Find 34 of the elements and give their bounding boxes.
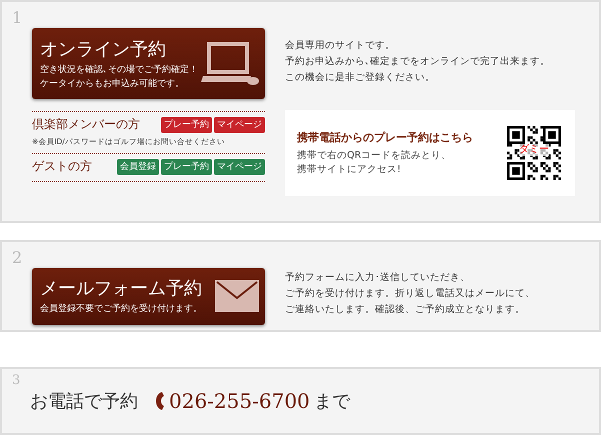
description-text: ご予約を受け付けます。折り返し電話又はメールにて、 xyxy=(285,287,535,301)
qr-overlay-text: ダミー xyxy=(519,144,549,156)
qr-code-icon xyxy=(507,126,561,180)
description-text: 会員専用のサイトです。 xyxy=(285,39,396,53)
link-button[interactable]: マイページ xyxy=(214,158,265,174)
description-text: 予約フォームに入力･送信していただき、 xyxy=(285,271,471,285)
banner-title: オンライン予約 xyxy=(40,38,167,62)
mobile-title: 携帯電話からのプレー予約はこちら xyxy=(297,130,473,144)
banner-text: 空き状況を確認､その場でご予約確定！ xyxy=(40,64,198,76)
phone-label: お電話で予約 xyxy=(30,390,138,413)
phone-number: 026-255-6700 xyxy=(169,389,310,413)
mobile-text: 携帯サイトにアクセス! xyxy=(297,162,402,176)
description-text: 予約お申込みから､確定までをオンラインで完了出来ます。 xyxy=(285,55,551,69)
description-text: この機会に是非ご登録ください。 xyxy=(285,71,436,85)
phone-suffix: まで xyxy=(314,390,350,413)
member-type-label: ゲストの方 xyxy=(32,158,92,175)
phone-icon xyxy=(156,392,165,410)
section-number: 1 xyxy=(12,8,22,27)
description-text: ご連絡いたします。確認後、ご予約成立となります。 xyxy=(285,303,526,317)
mobile-text: 携帯で右のQRコードを読みとり、 xyxy=(297,148,452,162)
link-button[interactable]: プレー予約 xyxy=(161,116,212,132)
section-number: 2 xyxy=(12,248,22,267)
member-type-label: 倶楽部メンバーの方 xyxy=(32,116,140,133)
link-button[interactable]: マイページ xyxy=(214,116,265,132)
link-button[interactable]: プレー予約 xyxy=(161,158,212,174)
reservation-banner[interactable]: オンライン予約 空き状況を確認､その場でご予約確定！ ケータイからもお申込み可能です。 xyxy=(32,28,265,99)
laptop-icon xyxy=(199,42,259,86)
section-number: 3 xyxy=(12,373,20,388)
reservation-banner[interactable]: メールフォーム予約 会員登録不要でご予約を受け付けます。 xyxy=(32,268,265,325)
banner-title: メールフォーム予約 xyxy=(40,276,202,300)
banner-text: 会員登録不要でご予約を受け付けます。 xyxy=(40,302,202,316)
envelope-icon xyxy=(215,280,259,312)
banner-text: ケータイからもお申込み可能です。 xyxy=(40,78,185,90)
link-button[interactable]: 会員登録 xyxy=(117,158,159,174)
